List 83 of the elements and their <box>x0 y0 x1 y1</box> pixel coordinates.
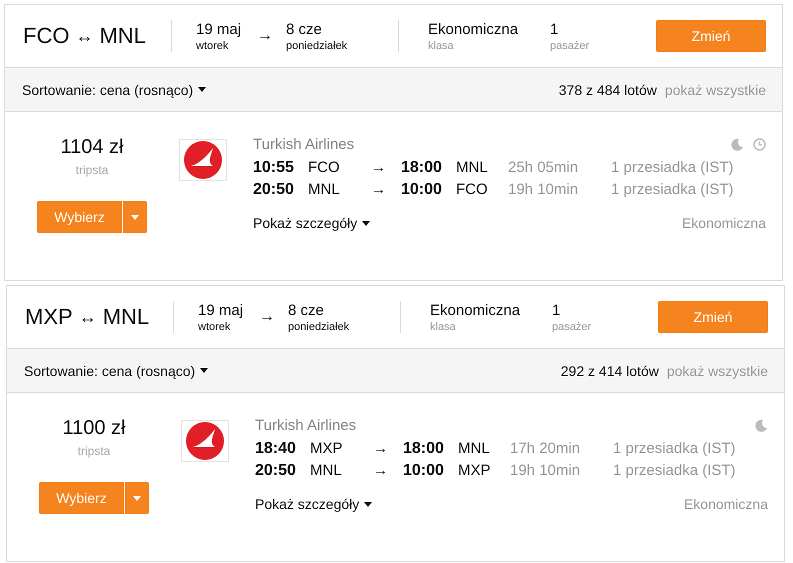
departure-airport: FCO <box>308 159 341 176</box>
return-day: poniedziałek <box>288 320 350 332</box>
show-all-link[interactable]: pokaż wszystkie <box>664 82 766 98</box>
fare-class: Ekonomiczna <box>682 215 766 231</box>
caret-icon <box>364 502 372 506</box>
arrival-airport: MNL <box>458 440 491 457</box>
departure-time: 20:50 <box>255 462 297 480</box>
arrival-time: 10:00 <box>401 181 443 199</box>
change-button[interactable]: Zmień <box>656 20 766 52</box>
select-dropdown-button[interactable] <box>125 482 149 514</box>
details-link[interactable]: Pokaż szczegóły <box>253 215 358 231</box>
arrival-time: 18:00 <box>403 440 445 458</box>
select-dropdown-button[interactable] <box>123 201 147 233</box>
cabin-label: klasa <box>430 320 457 332</box>
flight-arrow: → <box>373 440 389 457</box>
details-link[interactable]: Pokaż szczegóły <box>255 496 360 512</box>
departure-airport: MXP <box>310 440 344 457</box>
cabin-class: Ekonomiczna <box>428 20 520 38</box>
results-count: 292 z 414 lotów <box>560 362 659 378</box>
return-date: 8 cze <box>286 20 323 38</box>
stops-info: 1 przesiadka (IST) <box>611 159 735 176</box>
departure-time: 18:40 <box>255 440 297 458</box>
round-trip-arrow: ↔ <box>75 26 94 46</box>
passenger-count: 1 <box>550 20 560 38</box>
flight-arrow: → <box>373 462 389 479</box>
select-button[interactable]: Wybierz <box>39 482 124 514</box>
flight-arrow: → <box>371 181 387 198</box>
flight-duration: 17h 20min <box>510 440 582 457</box>
flight-arrow: → <box>371 159 387 176</box>
results-count: 378 z 484 lotów <box>558 82 657 98</box>
departure-time: 20:50 <box>253 181 295 199</box>
caret-icon <box>362 220 370 226</box>
show-all-link[interactable]: pokaż wszystkie <box>666 362 768 378</box>
vendor-name: tripsta <box>78 444 110 458</box>
cabin-label: klasa <box>428 40 455 52</box>
fare-class: Ekonomiczna <box>684 496 768 512</box>
depart-day: wtorek <box>196 40 242 52</box>
return-day: poniedziałek <box>286 40 348 52</box>
vendor-name: tripsta <box>76 163 108 177</box>
flight-duration: 19h 10min <box>508 181 580 198</box>
arrival-airport: FCO <box>456 181 489 198</box>
departure-airport: MNL <box>308 181 341 198</box>
select-button[interactable]: Wybierz <box>37 201 122 233</box>
return-date: 8 cze <box>288 302 325 318</box>
cabin-class: Ekonomiczna <box>430 302 522 318</box>
stops-info: 1 przesiadka (IST) <box>613 462 737 479</box>
arrival-time: 18:00 <box>401 159 443 177</box>
passenger-label: pasażer <box>552 320 592 332</box>
flight-duration: 19h 10min <box>510 462 582 479</box>
passenger-count: 1 <box>552 302 562 318</box>
sort-dropdown[interactable]: Sortowanie: cena (rosnąco) <box>22 82 194 98</box>
departure-time: 10:55 <box>253 159 295 177</box>
round-trip-arrow: ↔ <box>78 306 97 328</box>
route-destination: MNL <box>102 304 150 330</box>
caret-icon <box>198 87 206 92</box>
price: 1100 zł <box>62 417 126 440</box>
route-destination: MNL <box>99 23 146 49</box>
date-arrow: → <box>259 308 276 326</box>
arrival-time: 10:00 <box>403 462 445 480</box>
route-origin: MXP <box>25 304 73 330</box>
change-button[interactable]: Zmień <box>658 301 768 333</box>
moon-icon <box>755 419 768 432</box>
clock-icon <box>753 138 766 151</box>
airline-name: Turkish Airlines <box>253 136 354 153</box>
price: 1104 zł <box>60 136 124 159</box>
airline-name: Turkish Airlines <box>255 417 356 434</box>
sort-dropdown[interactable]: Sortowanie: cena (rosnąco) <box>24 362 196 378</box>
arrival-airport: MXP <box>458 462 492 479</box>
caret-icon <box>200 368 208 373</box>
airline-logo <box>179 139 227 181</box>
stops-info: 1 przesiadka (IST) <box>611 181 735 198</box>
flight-duration: 25h 05min <box>508 159 580 176</box>
date-arrow: → <box>257 27 274 45</box>
depart-day: wtorek <box>198 320 244 332</box>
airline-logo <box>181 420 229 462</box>
route-origin: FCO <box>23 23 70 49</box>
arrival-airport: MNL <box>456 159 489 176</box>
depart-date: 19 maj <box>196 20 242 38</box>
moon-icon <box>731 138 744 151</box>
stops-info: 1 przesiadka (IST) <box>613 440 737 457</box>
departure-airport: MNL <box>310 462 343 479</box>
passenger-label: pasażer <box>550 40 590 52</box>
depart-date: 19 maj <box>198 302 244 318</box>
